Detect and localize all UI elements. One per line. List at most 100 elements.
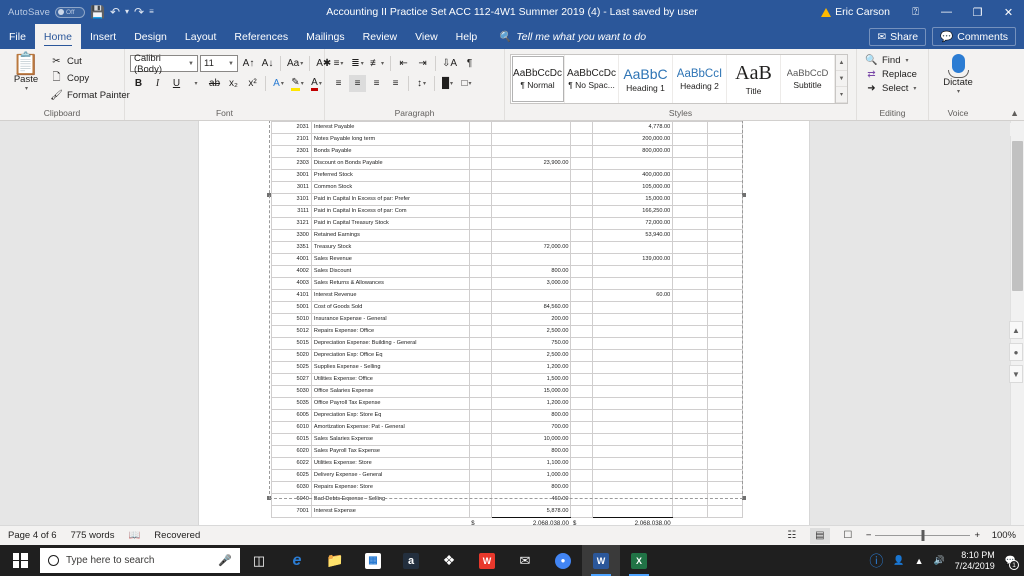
- styles-scroll-up-icon[interactable]: ▲: [836, 55, 847, 71]
- print-layout-icon[interactable]: ▤: [809, 527, 830, 544]
- account-button[interactable]: Eric Carson: [821, 6, 890, 18]
- format-painter-button[interactable]: 🖌 Format Painter: [47, 89, 133, 102]
- styles-scroll-down-icon[interactable]: ▼: [836, 71, 847, 87]
- table-row[interactable]: 5030 Office Salaries Expense 15,000.00: [271, 385, 743, 398]
- style-subtitle[interactable]: AaBbCcD Subtitle: [781, 55, 835, 103]
- document-page[interactable]: 2031 Interest Payable 4,778.00 2101 Note…: [198, 121, 810, 525]
- tab-view[interactable]: View: [406, 24, 447, 49]
- change-case-button[interactable]: Aa ▾: [285, 55, 305, 72]
- find-button[interactable]: 🔍 Find ▾: [862, 54, 920, 67]
- tab-insert[interactable]: Insert: [81, 24, 125, 49]
- windows-start-icon[interactable]: [0, 545, 40, 576]
- browse-object-button[interactable]: ●: [1009, 343, 1023, 361]
- split-window-handle[interactable]: [1010, 123, 1023, 136]
- tab-layout[interactable]: Layout: [176, 24, 226, 49]
- tab-design[interactable]: Design: [125, 24, 176, 49]
- shading-icon[interactable]: █ ▾: [439, 75, 456, 92]
- minimize-button[interactable]: —: [931, 0, 962, 24]
- tab-references[interactable]: References: [225, 24, 297, 49]
- trial-balance-table[interactable]: 2031 Interest Payable 4,778.00 2101 Note…: [271, 121, 743, 525]
- table-row[interactable]: 5020 Depreciation Exp: Office Eq 2,500.0…: [271, 349, 743, 362]
- tell-me-search[interactable]: 🔍 Tell me what you want to do: [486, 24, 646, 49]
- table-row[interactable]: 5001 Cost of Goods Sold 84,560.00: [271, 301, 743, 314]
- table-row[interactable]: 3121 Paid in Capital Treasury Stock 72,0…: [271, 217, 743, 230]
- people-icon[interactable]: 👤: [893, 555, 904, 566]
- table-row[interactable]: 7001 Interest Expense 5,878.00: [271, 505, 743, 518]
- edge-icon[interactable]: e: [278, 545, 316, 576]
- zoom-in-button[interactable]: +: [974, 530, 980, 541]
- show-hidden-icons-icon[interactable]: ▲: [915, 556, 924, 566]
- zoom-track[interactable]: [875, 530, 971, 541]
- strikethrough-button[interactable]: ab: [206, 75, 223, 92]
- superscript-button[interactable]: x²: [244, 75, 261, 92]
- decrease-indent-icon[interactable]: ⇤: [395, 55, 412, 72]
- search-input[interactable]: Type here to search 🎤: [40, 548, 240, 573]
- word-count-status[interactable]: 775 words: [71, 530, 115, 541]
- ribbon-display-options-icon[interactable]: ⍰: [900, 0, 931, 24]
- multilevel-list-icon[interactable]: ≢ ▾: [368, 55, 386, 72]
- table-row[interactable]: 4002 Sales Discount 800.00: [271, 265, 743, 278]
- justify-icon[interactable]: ≡: [387, 75, 404, 92]
- vertical-scrollbar[interactable]: ▲ ● ▼: [1009, 121, 1024, 525]
- bullets-icon[interactable]: ≡ ▾: [330, 55, 347, 72]
- table-row[interactable]: 5015 Depreciation Expense: Building - Ge…: [271, 337, 743, 350]
- table-row[interactable]: 6010 Amortization Expense: Pat - General…: [271, 421, 743, 434]
- line-spacing-icon[interactable]: ↕ ▾: [413, 75, 430, 92]
- style-title[interactable]: AaB Title: [727, 55, 781, 103]
- table-row[interactable]: 4001 Sales Revenue 139,000.00: [271, 253, 743, 266]
- page-number-status[interactable]: Page 4 of 6: [8, 530, 57, 541]
- table-row[interactable]: 5010 Insurance Expense - General 200.00: [271, 313, 743, 326]
- microsoft-store-icon[interactable]: ▦: [354, 545, 392, 576]
- table-row[interactable]: 6025 Delivery Expense - General 1,000.00: [271, 469, 743, 482]
- style-heading-2[interactable]: AaBbCcI Heading 2: [673, 55, 727, 103]
- dictate-button[interactable]: Dictate ▾: [936, 52, 980, 95]
- table-row[interactable]: 6040 Bad Debts Expense - Selling 460.00: [271, 493, 743, 506]
- dropbox-icon[interactable]: ❖: [430, 545, 468, 576]
- table-row[interactable]: 3011 Common Stock 105,000.00: [271, 181, 743, 194]
- undo-dropdown-icon[interactable]: ▾: [125, 8, 129, 16]
- table-row[interactable]: 2031 Interest Payable 4,778.00: [271, 121, 743, 134]
- excel-icon[interactable]: X: [620, 545, 658, 576]
- table-row[interactable]: 4101 Interest Revenue 60.00: [271, 289, 743, 302]
- text-effects-icon[interactable]: A ▾: [270, 75, 287, 92]
- table-row[interactable]: 3101 Paid in Capital In Excess of par: P…: [271, 193, 743, 206]
- underline-button[interactable]: U: [168, 75, 185, 92]
- paste-dropdown-icon[interactable]: ▾: [25, 85, 28, 92]
- table-row[interactable]: 5027 Utilities Expense: Office 1,500.00: [271, 373, 743, 386]
- table-row[interactable]: 3351 Treasury Stock 72,000.00: [271, 241, 743, 254]
- copy-button[interactable]: 🗋 Copy: [47, 69, 133, 88]
- share-button[interactable]: ✉ Share: [869, 27, 927, 46]
- table-row[interactable]: 2101 Notes Payable long term 200,000.00: [271, 133, 743, 146]
- replace-button[interactable]: ⇄ Replace: [862, 68, 920, 81]
- cut-button[interactable]: ✂ Cut: [47, 55, 133, 68]
- table-row[interactable]: 6015 Sales Salaries Expense 10,000.00: [271, 433, 743, 446]
- clock[interactable]: 8:10 PM 7/24/2019: [955, 550, 995, 572]
- style-no-spacing[interactable]: AaBbCcDc ¶ No Spac...: [565, 55, 619, 103]
- comments-button[interactable]: 💬 Comments: [932, 27, 1016, 46]
- table-row[interactable]: 6020 Sales Payroll Tax Expense 800.00: [271, 445, 743, 458]
- chrome-icon[interactable]: ●: [544, 545, 582, 576]
- table-row[interactable]: 6005 Depreciation Exp: Store Eq 800.00: [271, 409, 743, 422]
- table-row[interactable]: 6030 Repairs Expense: Store 800.00: [271, 481, 743, 494]
- bold-button[interactable]: B: [130, 75, 147, 92]
- select-button[interactable]: ➜ Select ▾: [862, 82, 920, 95]
- zoom-thumb[interactable]: [921, 530, 925, 541]
- italic-button[interactable]: I: [149, 75, 166, 92]
- proofing-errors-icon[interactable]: 📖: [128, 530, 140, 541]
- close-button[interactable]: ✕: [993, 0, 1024, 24]
- mail-icon[interactable]: ✉: [506, 545, 544, 576]
- previous-page-button[interactable]: ▲: [1009, 321, 1023, 339]
- align-right-icon[interactable]: ≡: [368, 75, 385, 92]
- zoom-level[interactable]: 100%: [988, 530, 1016, 541]
- table-row[interactable]: 6022 Utilities Expense: Store 1,100.00: [271, 457, 743, 470]
- table-row[interactable]: 2303 Discount on Bonds Payable 23,900.00: [271, 157, 743, 170]
- zoom-slider[interactable]: − +: [866, 530, 980, 541]
- zoom-out-button[interactable]: −: [866, 530, 872, 541]
- align-center-icon[interactable]: ≡: [349, 75, 366, 92]
- restore-button[interactable]: ❐: [962, 0, 993, 24]
- highlight-color-icon[interactable]: ✎ ▾: [289, 75, 306, 92]
- quick-access-more-icon[interactable]: ≡: [149, 8, 154, 16]
- wps-office-icon[interactable]: W: [468, 545, 506, 576]
- task-view-icon[interactable]: ◫: [240, 545, 278, 576]
- table-row[interactable]: 3001 Preferred Stock 400,000.00: [271, 169, 743, 182]
